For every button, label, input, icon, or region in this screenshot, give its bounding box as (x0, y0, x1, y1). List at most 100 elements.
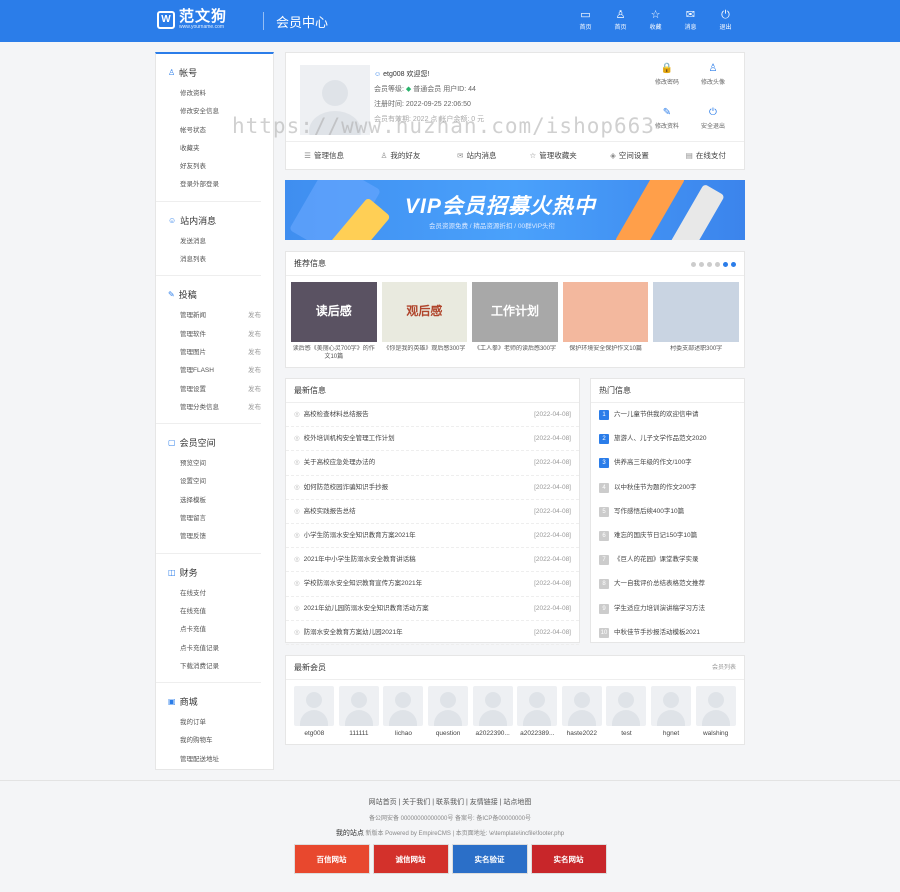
member-item[interactable]: 111111 (337, 686, 382, 737)
member-name[interactable]: walshing (693, 730, 738, 737)
member-list-link[interactable]: 会员列表 (712, 656, 736, 680)
site-logo[interactable]: W 范文狗 www.yourname.com (157, 9, 227, 30)
member-avatar[interactable] (695, 686, 736, 726)
member-item[interactable]: question (426, 686, 471, 737)
trust-badge[interactable]: 实名网站 (530, 844, 607, 874)
sidebar-item[interactable]: 点卡充值 (168, 621, 261, 639)
sidebar-item[interactable]: 在线支付 (168, 585, 261, 603)
recommend-thumbnail[interactable] (562, 282, 649, 342)
list-item[interactable]: ◎ 关于高校应急处理办法的 [2022-04-08] (286, 451, 579, 476)
sidebar-item[interactable]: 选择模板 (168, 492, 261, 510)
member-avatar[interactable] (517, 686, 558, 726)
sidebar-item[interactable]: 修改安全信息 (168, 103, 261, 121)
trust-badge[interactable]: 实名验证 (451, 844, 528, 874)
member-name[interactable]: question (426, 730, 471, 737)
list-item-title[interactable]: 2021年幼儿园防溺水安全知识教育活动方案 (304, 605, 429, 612)
sidebar-item[interactable]: 登录外部登录 (168, 176, 261, 194)
member-name[interactable]: etg008 (292, 730, 337, 737)
trust-badge[interactable]: 百信网站 (293, 844, 370, 874)
recommend-caption[interactable]: 保护环境安全保护作文10篇 (563, 345, 649, 361)
list-item[interactable]: ◎ 学校防溺水安全知识教育宣传方案2021年 [2022-04-08] (286, 572, 579, 597)
sidebar-item[interactable]: 消息列表 (168, 251, 261, 269)
profile-tab[interactable]: ☆ 管理收藏夹 (515, 142, 591, 169)
hot-item-title[interactable]: 六一儿童节供我的欢迎信申请 (614, 403, 699, 427)
member-avatar[interactable] (294, 686, 335, 726)
list-item-title[interactable]: 2021年中小学生防溺水安全教育讲话稿 (304, 556, 416, 563)
hot-item[interactable]: 1 六一儿童节供我的欢迎信申请 (591, 403, 744, 427)
hot-item-title[interactable]: 大一自我评价总结表格范文推荐 (614, 572, 705, 596)
recommend-thumbnail[interactable]: 读后感 (291, 282, 377, 342)
recommend-item[interactable]: 保护环境安全保护作文10篇 (562, 282, 649, 361)
recommend-caption[interactable]: 《你是我的英雄》观后感300字 (382, 345, 468, 361)
sidebar-item[interactable]: 设置空间 (168, 473, 261, 491)
sidebar-item[interactable]: 帐号状态 (168, 122, 261, 140)
recommend-item[interactable]: 工作计划《工人拳》老师的读后感300字 (472, 282, 558, 361)
hot-item[interactable]: 3 供养高三年级的作文/100字 (591, 451, 744, 475)
hot-item[interactable]: 6 难忘的国庆节日记150字10篇 (591, 524, 744, 548)
sidebar-item-action[interactable]: 发布 (248, 362, 261, 380)
hot-item[interactable]: 9 学生适应力培训演讲稿学习方法 (591, 597, 744, 621)
sidebar-item[interactable]: 管理留言 (168, 510, 261, 528)
recommend-caption[interactable]: 读后感《美丽心灵700字》的作文10篇 (291, 345, 377, 361)
profile-action-button[interactable]: ♙ 修改头像 (690, 63, 736, 107)
sidebar-item-action[interactable]: 发布 (248, 326, 261, 344)
member-name[interactable]: a2022390... (470, 730, 515, 737)
list-item-title[interactable]: 高校检查材料总结报告 (304, 411, 369, 418)
sidebar-item[interactable]: 管理反馈 (168, 528, 261, 546)
list-item[interactable]: ◎ 小学生防溺水安全知识教育方案2021年 [2022-04-08] (286, 524, 579, 549)
profile-tab[interactable]: ◈ 空间设置 (591, 142, 667, 169)
carousel-dots[interactable] (691, 252, 736, 276)
list-item-title[interactable]: 高校实践报告总结 (304, 508, 356, 515)
top-nav-item[interactable]: ♙ 首页 (603, 9, 638, 31)
hot-item[interactable]: 4 以中秋佳节为题的作文200字 (591, 476, 744, 500)
vip-banner[interactable]: VIP会员招募火热中 会员资源免费 / 精品资源折扣 / 00群VIP头衔 (285, 180, 745, 240)
recommend-thumbnail[interactable] (653, 282, 739, 342)
hot-item[interactable]: 5 写作感悟后续400字10篇 (591, 500, 744, 524)
recommend-item[interactable]: 村委支部述职300字 (653, 282, 739, 361)
list-item-title[interactable]: 小学生防溺水安全知识教育方案2021年 (304, 532, 416, 539)
sidebar-item[interactable]: 点卡充值记录 (168, 640, 261, 658)
member-item[interactable]: a2022390... (470, 686, 515, 737)
recommend-item[interactable]: 观后感《你是我的英雄》观后感300字 (381, 282, 468, 361)
hot-item[interactable]: 8 大一自我评价总结表格范文推荐 (591, 572, 744, 596)
member-avatar[interactable] (428, 686, 469, 726)
sidebar-item[interactable]: 在线充值 (168, 603, 261, 621)
sidebar-item[interactable]: 下载消费记录 (168, 658, 261, 676)
sidebar-item[interactable]: 修改资料 (168, 85, 261, 103)
hot-item-title[interactable]: 难忘的国庆节日记150字10篇 (614, 524, 697, 548)
sidebar-item-action[interactable]: 发布 (248, 344, 261, 362)
sidebar-item[interactable]: 我的订单 (168, 714, 261, 732)
sidebar-item[interactable]: 管理FLASH 发布 (168, 362, 261, 380)
recommend-thumbnail[interactable]: 观后感 (381, 282, 468, 342)
hot-item[interactable]: 10 中秋佳节手抄报活动模板2021 (591, 621, 744, 645)
top-nav-item[interactable]: ▭ 首页 (568, 9, 603, 31)
list-item[interactable]: ◎ 2021年幼儿园防溺水安全知识教育活动方案 [2022-04-08] (286, 597, 579, 621)
member-name[interactable]: test (604, 730, 649, 737)
profile-tab[interactable]: ▤ 在线支付 (668, 142, 744, 169)
top-nav-item[interactable]: ⏻ 退出 (708, 9, 743, 31)
hot-item[interactable]: 2 旅游人、儿子文学作品范文2020 (591, 427, 744, 451)
sidebar-item[interactable]: 收藏夹 (168, 140, 261, 158)
sidebar-item[interactable]: 发送消息 (168, 233, 261, 251)
profile-tab[interactable]: ✉ 站内消息 (439, 142, 515, 169)
member-name[interactable]: 111111 (337, 730, 382, 737)
footer-links[interactable]: 网站首页 | 关于我们 | 联系我们 | 友情链接 | 站点地图 (0, 797, 900, 807)
member-name[interactable]: a2022389... (515, 730, 560, 737)
sidebar-item[interactable]: 我的购物车 (168, 732, 261, 750)
hot-item-title[interactable]: 写作感悟后续400字10篇 (614, 500, 684, 524)
list-item-title[interactable]: 如何防范校园诈骗知识手抄报 (304, 484, 389, 491)
list-item[interactable]: ◎ 2021年中小学生防溺水安全教育讲话稿 [2022-04-08] (286, 548, 579, 573)
top-nav-item[interactable]: ☆ 收藏 (638, 9, 673, 31)
hot-item-title[interactable]: 《巨人的花园》课堂教学实录 (614, 548, 699, 572)
recommend-caption[interactable]: 《工人拳》老师的读后感300字 (472, 345, 558, 361)
member-avatar[interactable] (606, 686, 647, 726)
sidebar-item-action[interactable]: 发布 (248, 381, 261, 399)
member-item[interactable]: hgnet (649, 686, 694, 737)
sidebar-item-action[interactable]: 发布 (248, 399, 261, 417)
member-name[interactable]: haste2022 (560, 730, 605, 737)
member-avatar[interactable] (338, 686, 379, 726)
sidebar-item[interactable]: 预览空间 (168, 455, 261, 473)
recommend-thumbnail[interactable]: 工作计划 (472, 282, 558, 342)
list-item-title[interactable]: 校外培训机构安全管理工作计划 (304, 435, 395, 442)
recommend-caption[interactable]: 村委支部述职300字 (653, 345, 739, 361)
